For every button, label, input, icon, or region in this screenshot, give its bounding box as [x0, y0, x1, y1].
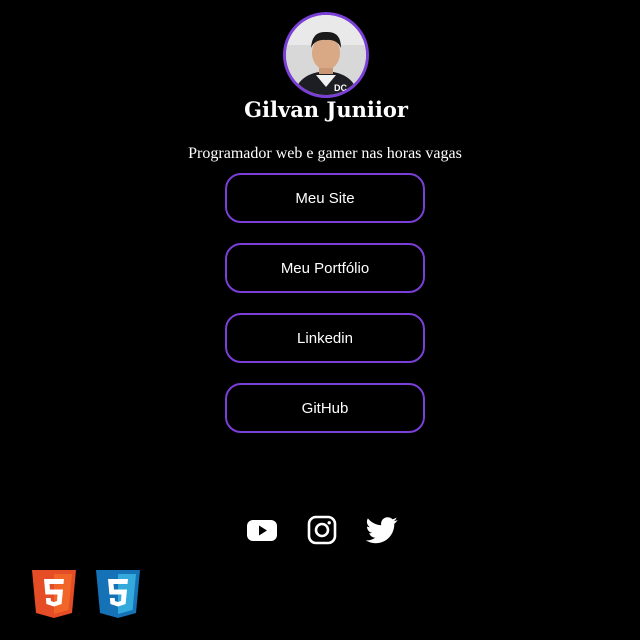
svg-text:DC: DC	[334, 83, 347, 93]
social-links	[246, 514, 398, 546]
profile-name: Gilvan Juniior	[244, 97, 408, 122]
twitter-icon	[366, 517, 398, 544]
html5-icon	[32, 570, 76, 618]
instagram-icon	[307, 515, 337, 545]
profile-bio: Programador web e gamer nas horas vagas	[188, 145, 462, 162]
link-button-github[interactable]: GitHub	[225, 383, 425, 433]
twitter-link[interactable]	[366, 514, 398, 546]
avatar: DC	[283, 12, 369, 98]
html5-badge	[32, 570, 76, 618]
css3-badge	[96, 570, 140, 618]
link-button-meu-site[interactable]: Meu Site	[225, 173, 425, 223]
profile-photo-icon: DC	[286, 15, 366, 95]
css3-icon	[96, 570, 140, 618]
tech-badges	[32, 570, 140, 618]
link-button-meu-portfolio[interactable]: Meu Portfólio	[225, 243, 425, 293]
link-button-linkedin[interactable]: Linkedin	[225, 313, 425, 363]
link-list: Meu Site Meu Portfólio Linkedin GitHub	[225, 173, 425, 453]
youtube-icon	[247, 520, 277, 541]
youtube-link[interactable]	[246, 514, 278, 546]
instagram-link[interactable]	[306, 514, 338, 546]
